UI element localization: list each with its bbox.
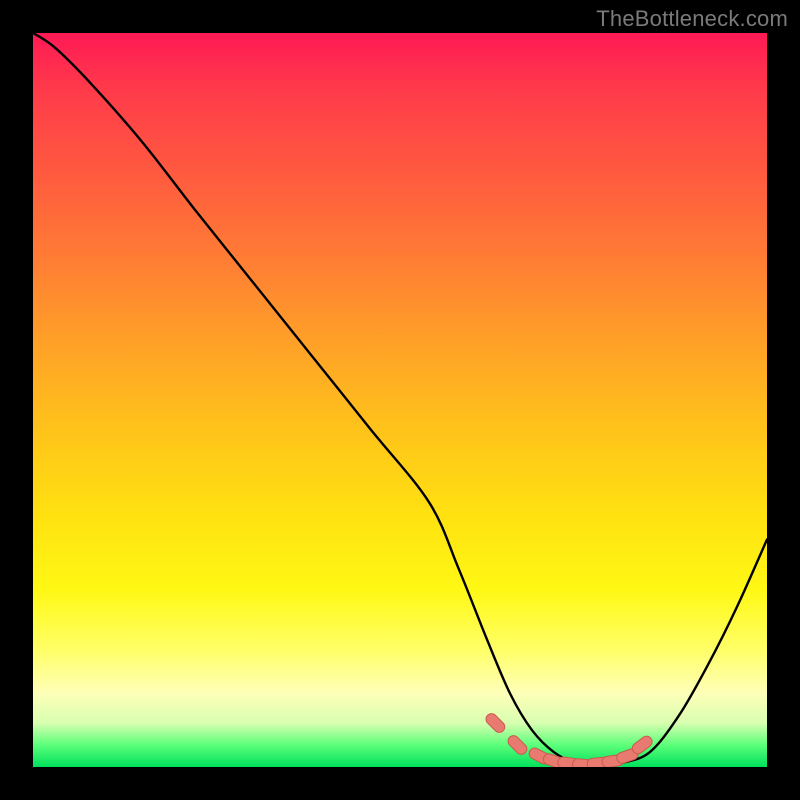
bottleneck-curve: [33, 33, 767, 767]
chart-svg: [33, 33, 767, 767]
watermark-text: TheBottleneck.com: [596, 6, 788, 32]
marker-pill: [506, 733, 529, 756]
optimal-range-markers: [484, 711, 655, 767]
chart-frame: TheBottleneck.com: [0, 0, 800, 800]
marker-pill: [484, 711, 507, 734]
plot-area: [33, 33, 767, 767]
